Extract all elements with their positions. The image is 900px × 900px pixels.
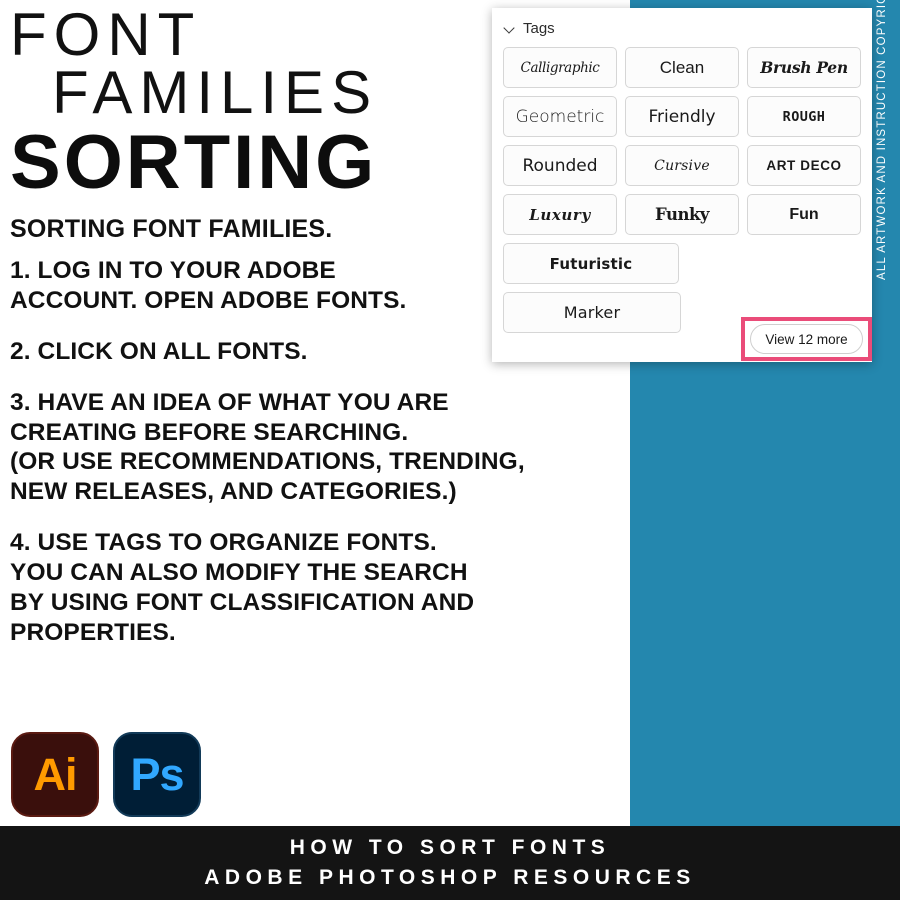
tag-button-fun[interactable]: Fun (747, 194, 861, 235)
tag-label: ART DECO (766, 158, 842, 173)
footer-bar: HOW TO SORT FONTS ADOBE PHOTOSHOP RESOUR… (0, 826, 900, 900)
tags-panel-header[interactable]: Tags (492, 8, 872, 37)
tag-button-marker[interactable]: Marker (503, 292, 681, 333)
adobe-photoshop-icon: Ps (113, 732, 201, 817)
footer-line-1: HOW TO SORT FONTS (289, 835, 611, 859)
tag-label: Luxury (529, 205, 591, 224)
step-item: 3. HAVE AN IDEA OF WHAT YOU ARE CREATING… (10, 388, 525, 506)
tag-button-funky[interactable]: Funky (625, 194, 739, 235)
tag-button-geometric[interactable]: Geometric (503, 96, 617, 137)
tag-button-clean[interactable]: Clean (625, 47, 739, 88)
tag-label: Geometric (515, 106, 605, 127)
tag-button-luxury[interactable]: Luxury (503, 194, 617, 235)
tag-button-art-deco[interactable]: ART DECO (747, 145, 861, 186)
tag-label: Rounded (522, 155, 598, 176)
copyright-notice: ALL ARTWORK AND INSTRUCTION COPYRIGHTED … (876, 0, 888, 280)
tags-grid: Calligraphic Clean Brush Pen Geometric F… (492, 37, 872, 333)
step-item: 4. USE TAGS TO ORGANIZE FONTS. YOU CAN A… (10, 529, 475, 646)
footer-line-2: ADOBE PHOTOSHOP RESOURCES (204, 866, 696, 889)
chevron-down-icon[interactable] (504, 23, 515, 34)
tag-label: ROUGH (782, 108, 826, 125)
tag-label: Cursive (654, 157, 710, 174)
tag-label: Funky (655, 205, 709, 224)
poster-canvas: ALL ARTWORK AND INSTRUCTION COPYRIGHTED … (0, 0, 900, 900)
tag-button-rounded[interactable]: Rounded (503, 145, 617, 186)
tag-label: Marker (563, 303, 621, 322)
tag-label: Clean (659, 57, 705, 77)
view-more-button[interactable]: View 12 more (750, 324, 863, 354)
tag-label: Fun (789, 205, 819, 223)
tag-button-rough[interactable]: ROUGH (747, 96, 861, 137)
adobe-app-icons: Ai Ps (11, 732, 201, 817)
tag-label: Calligraphic (520, 59, 600, 76)
view-more-highlight: View 12 more (741, 317, 872, 361)
tag-button-brush-pen[interactable]: Brush Pen (747, 47, 861, 88)
tag-button-friendly[interactable]: Friendly (625, 96, 739, 137)
tag-button-futuristic[interactable]: Futuristic (503, 243, 679, 284)
tag-button-calligraphic[interactable]: Calligraphic (503, 47, 617, 88)
tags-panel-title: Tags (523, 20, 555, 37)
tags-panel: Tags Calligraphic Clean Brush Pen Geomet… (492, 8, 872, 362)
tag-label: Futuristic (549, 254, 633, 273)
tag-label: Brush Pen (760, 58, 848, 77)
tag-label: Friendly (648, 106, 716, 127)
tag-button-cursive[interactable]: Cursive (625, 145, 739, 186)
adobe-illustrator-icon: Ai (11, 732, 99, 817)
